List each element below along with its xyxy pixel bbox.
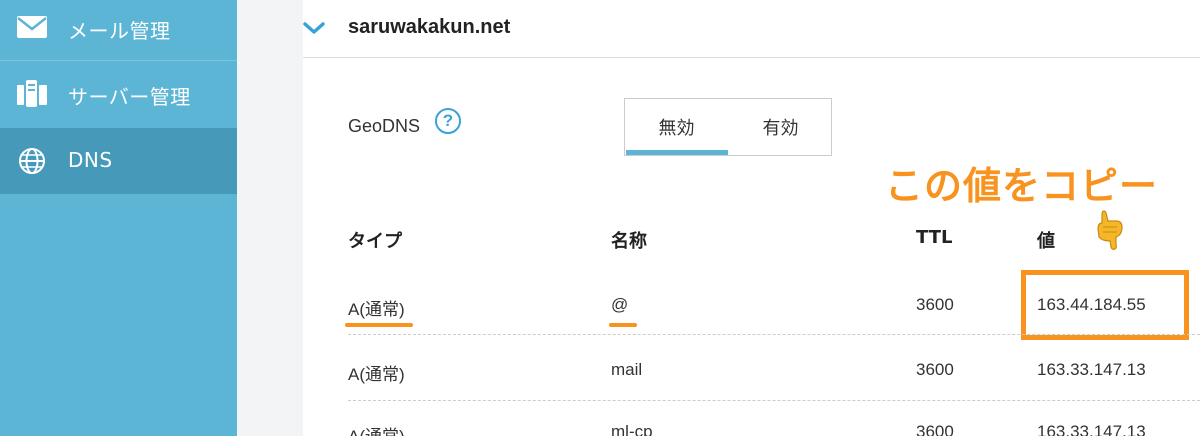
column-header-value: 値 [1037, 231, 1055, 252]
record-type: A(通常) [348, 300, 405, 319]
record-name: @ [611, 295, 629, 314]
record-value[interactable]: 163.33.147.13 [1037, 422, 1146, 436]
annotation-text: この値をコピー [885, 164, 1159, 208]
help-icon[interactable]: ? [435, 108, 461, 134]
mail-icon [17, 12, 47, 42]
column-header-ttl: TTL [916, 227, 953, 248]
name-underline-mark [609, 323, 637, 327]
sidebar: メール管理 サーバー管理 DNS [0, 0, 237, 436]
globe-icon [17, 146, 47, 176]
record-type: A(通常) [348, 422, 405, 436]
geodns-label: GeoDNS [348, 116, 421, 136]
geodns-option-disabled[interactable]: 無効 [625, 99, 728, 155]
sidebar-item-label: DNS [68, 148, 113, 172]
server-icon [17, 78, 47, 108]
row-divider [348, 400, 1200, 401]
record-name: mail [611, 360, 643, 379]
type-underline-mark [345, 323, 413, 327]
record-ttl: 3600 [916, 422, 954, 436]
record-ttl: 3600 [916, 360, 954, 379]
sidebar-item-server[interactable]: サーバー管理 [0, 62, 237, 126]
record-ttl: 3600 [916, 295, 954, 314]
sidebar-item-label: サーバー管理 [68, 85, 191, 109]
value-highlight-box [1021, 270, 1189, 340]
domain-title: saruwakakun.net [348, 16, 511, 38]
row-divider [348, 334, 1200, 335]
geodns-option-enabled[interactable]: 有効 [729, 99, 832, 155]
record-name: ml-cp [611, 422, 653, 436]
pointing-hand-icon [1090, 207, 1134, 251]
record-type: A(通常) [348, 365, 405, 384]
geodns-toggle[interactable]: 無効 有効 [624, 98, 832, 156]
column-header-name: 名称 [611, 231, 647, 252]
domain-header[interactable]: saruwakakun.net [303, 0, 1200, 58]
sidebar-item-dns[interactable]: DNS [0, 128, 237, 194]
chevron-down-icon[interactable] [303, 20, 325, 34]
toggle-selected-indicator [626, 150, 728, 155]
sidebar-item-label: メール管理 [68, 19, 171, 43]
sidebar-item-mail[interactable]: メール管理 [0, 0, 237, 61]
column-header-type: タイプ [348, 231, 402, 252]
record-value[interactable]: 163.33.147.13 [1037, 360, 1146, 380]
